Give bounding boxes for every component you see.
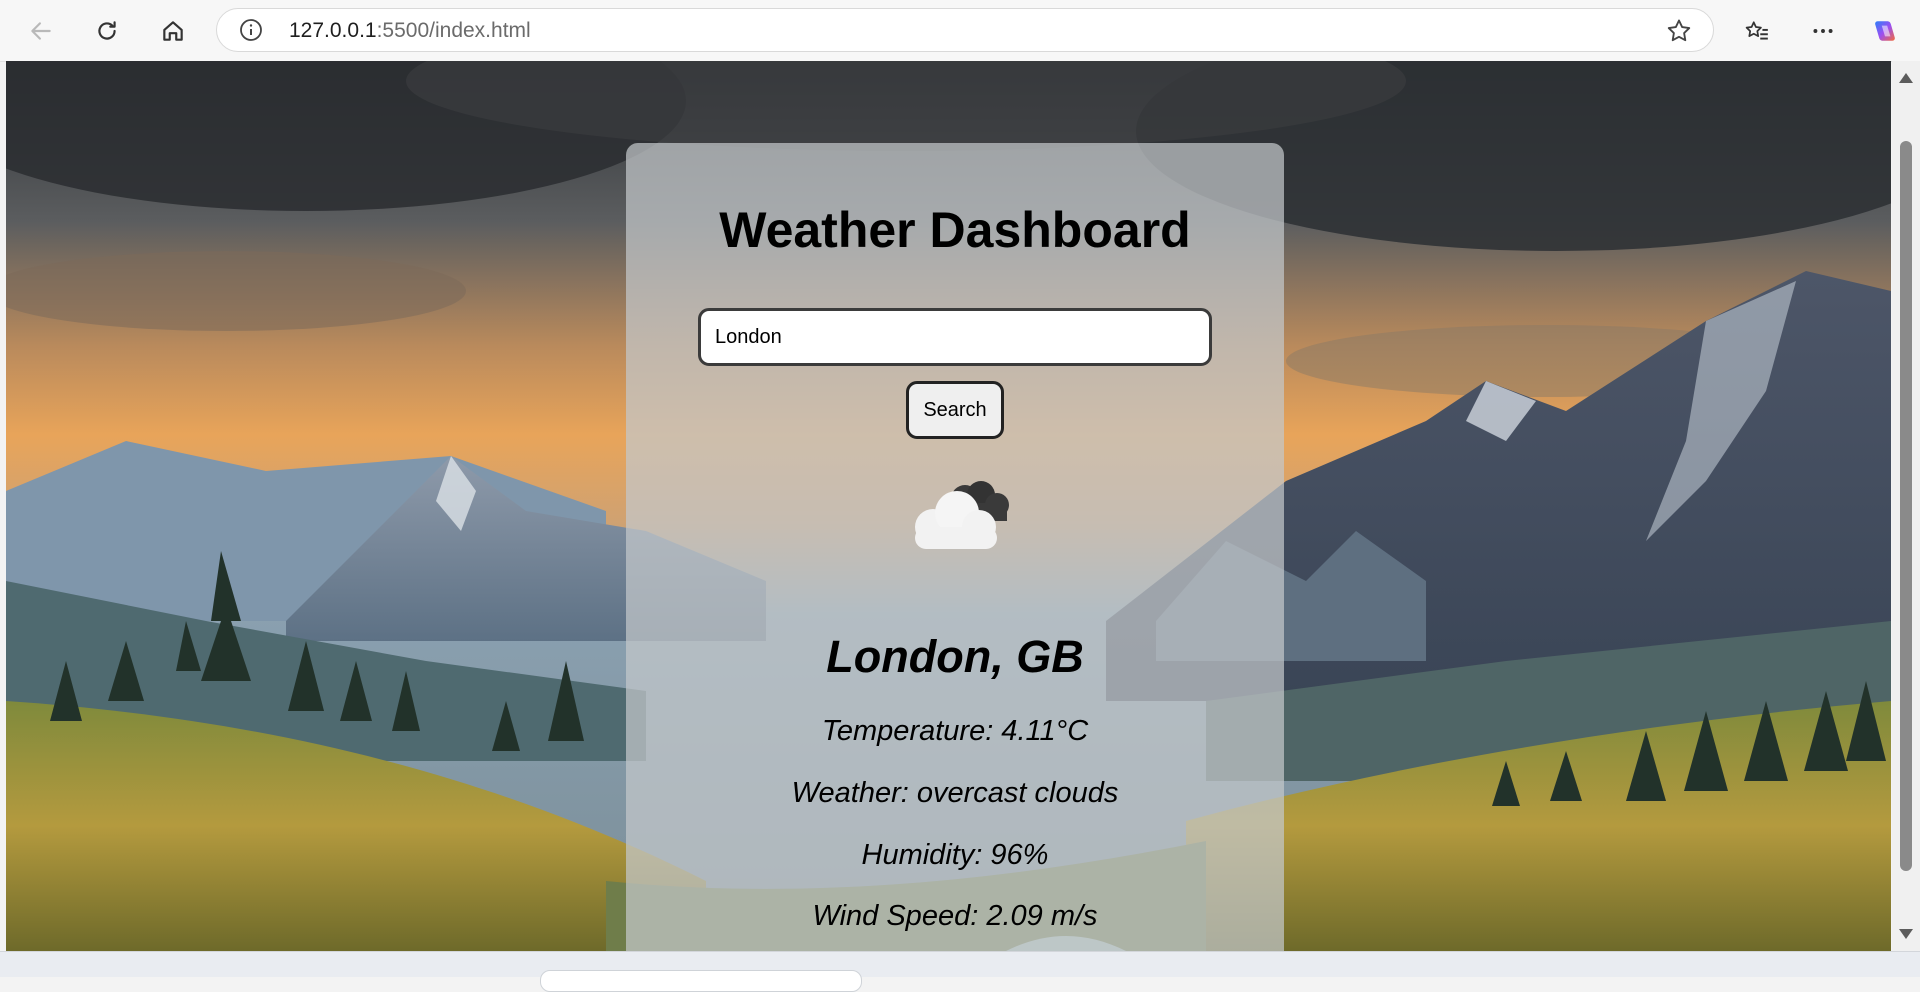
back-button[interactable] [22,12,60,50]
favorite-star-icon[interactable] [1665,17,1693,45]
humidity-text: Humidity: 96% [861,839,1049,871]
refresh-icon [98,21,116,40]
more-options-button[interactable] [1804,12,1842,50]
page-title: Weather Dashboard [719,202,1191,258]
scrollbar-thumb[interactable] [1900,141,1912,871]
refresh-button[interactable] [88,12,126,50]
wind-speed-text: Wind Speed: 2.09 m/s [812,900,1098,932]
search-button[interactable]: Search [906,381,1004,439]
city-search-input[interactable] [698,308,1212,366]
more-dots-icon [1813,29,1833,33]
browser-toolbar: 127.0.0.1:5500/index.html [0,0,1920,62]
home-icon [163,21,183,41]
taskbar-search-box[interactable] [540,970,862,992]
os-taskbar [0,951,1920,992]
temperature-text: Temperature: 4.11°C [821,715,1089,747]
page-viewport: Weather Dashboard Search London, GB Temp… [6,61,1891,951]
url-host: 127.0.0.1 [289,19,377,42]
location-heading: London, GB [826,631,1084,682]
overcast-clouds-icon [915,481,1009,549]
info-icon[interactable] [239,18,263,42]
scroll-down-arrow-icon[interactable] [1899,929,1913,939]
weather-description-text: Weather: overcast clouds [791,777,1119,809]
home-button[interactable] [154,12,192,50]
back-arrow-icon [31,22,51,40]
url-path: :5500/index.html [376,19,531,42]
url-text[interactable]: 127.0.0.1:5500/index.html [289,19,531,43]
copilot-button[interactable] [1866,12,1904,50]
scroll-up-arrow-icon[interactable] [1899,73,1913,83]
copilot-icon [1875,21,1895,41]
address-bar[interactable]: 127.0.0.1:5500/index.html [216,8,1714,52]
weather-card: Weather Dashboard Search London, GB Temp… [626,143,1284,951]
favorites-list-icon [1745,21,1768,40]
favorites-button[interactable] [1738,12,1776,50]
vertical-scrollbar[interactable] [1892,61,1920,951]
